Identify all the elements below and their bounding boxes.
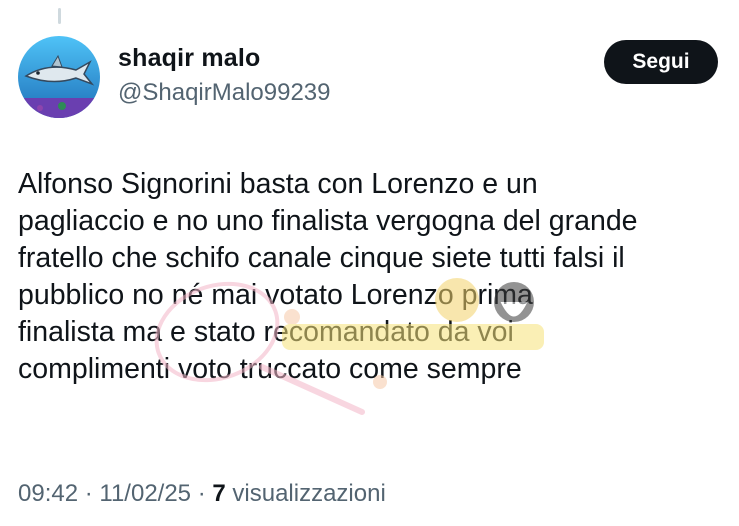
avatar[interactable] [18, 36, 100, 118]
tweet-text: Alfonso Signorini basta con Lorenzo e un… [18, 166, 723, 388]
display-name[interactable]: shaqir malo [118, 44, 331, 73]
thread-connector-line [58, 8, 61, 24]
tweet-date[interactable]: 11/02/25 [99, 480, 191, 507]
tweet-text-line: pagliaccio e no uno finalista vergogna d… [18, 205, 638, 237]
user-names: shaqir malo @ShaqirMalo99239 [118, 44, 331, 107]
tweet-text-line: finalista ma e stato recomandato da voi [18, 316, 514, 348]
tweet-text-line: Alfonso Signorini basta con Lorenzo e un [18, 168, 538, 200]
tweet-meta: 09:42 · 11/02/25 · 7 visualizzazioni [18, 480, 386, 508]
tweet-time[interactable]: 09:42 [18, 480, 78, 507]
meta-separator: · [191, 480, 213, 507]
tweet-text-line: complimenti voto truccato come sempre [18, 353, 522, 385]
tweet-header: shaqir malo @ShaqirMalo99239 Segui [18, 36, 718, 120]
tweet-text-line: fratello che schifo canale cinque siete … [18, 242, 625, 274]
follow-button[interactable]: Segui [604, 40, 718, 84]
user-handle[interactable]: @ShaqirMalo99239 [118, 79, 331, 107]
meta-separator: · [78, 480, 100, 507]
shark-avatar-icon [18, 36, 100, 118]
tweet-text-line: pubblico no né mai votato Lorenzo prima [18, 279, 533, 311]
views-count: 7 [212, 480, 226, 507]
views-label: visualizzazioni [225, 480, 386, 507]
